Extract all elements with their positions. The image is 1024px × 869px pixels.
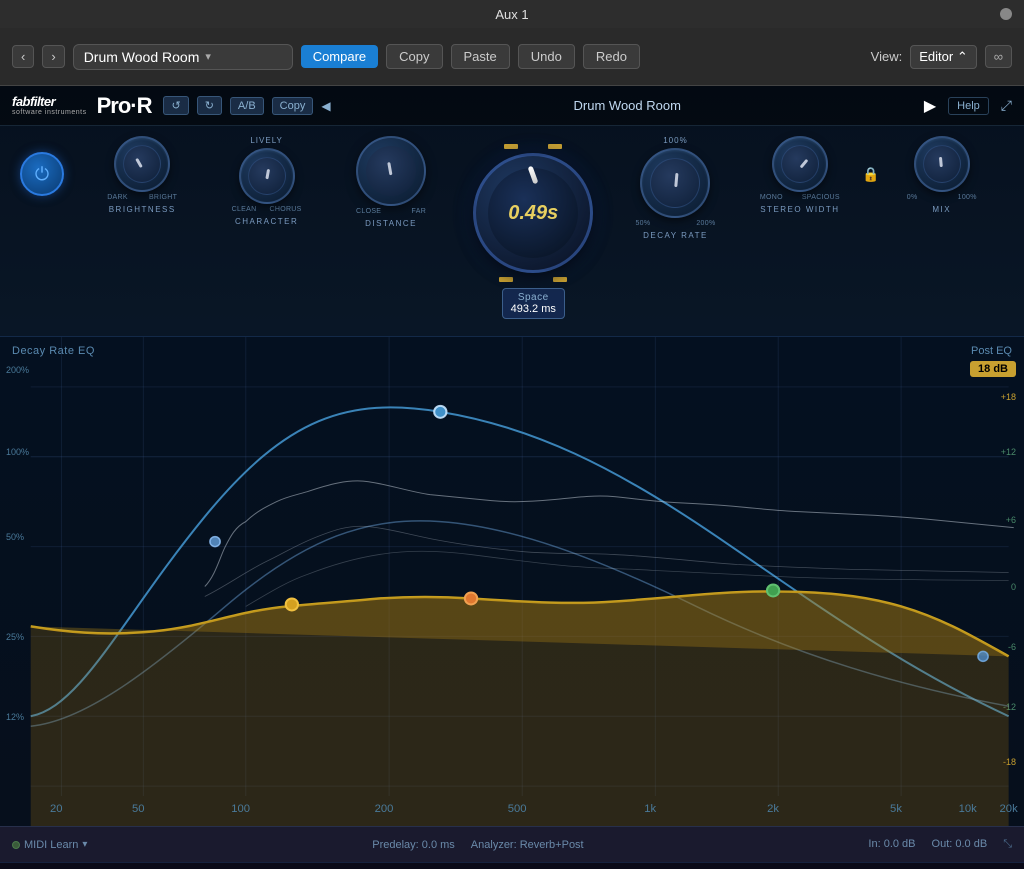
view-label: View:	[871, 49, 903, 64]
mix-labels: 0% 100%	[907, 194, 977, 201]
power-button[interactable]: ⏻	[20, 152, 64, 196]
gold-bar-left	[504, 144, 518, 149]
plugin-footer: FF Pro-R	[0, 862, 1024, 869]
plugin-top-controls: ↺ ↻ A/B Copy ◀	[163, 96, 330, 115]
redo-icon[interactable]: ↻	[197, 96, 222, 115]
mix-knob-group: 0% 100% MIX	[880, 136, 1004, 214]
help-button[interactable]: Help	[948, 97, 989, 115]
distance-labels: CLOSE FAR	[356, 208, 426, 215]
mix-knob[interactable]	[914, 136, 970, 192]
distance-knob[interactable]	[356, 136, 426, 206]
svg-text:10k: 10k	[959, 803, 978, 815]
plugin-area: fabfilter software instruments Pro·R ↺ ↻…	[0, 86, 1024, 869]
lock-icon[interactable]: 🔒	[862, 136, 879, 183]
fabfilter-logo: fabfilter software instruments	[12, 95, 87, 117]
decay-rate-knob[interactable]	[640, 148, 710, 218]
undo-button[interactable]: Undo	[518, 44, 575, 69]
copy-button[interactable]: Copy	[386, 44, 442, 69]
plugin-copy-button[interactable]: Copy	[272, 97, 314, 115]
brightness-knob-group: DARK BRIGHT BRIGHTNESS	[80, 136, 204, 214]
svg-text:1k: 1k	[644, 803, 656, 815]
undo-icon[interactable]: ↺	[163, 96, 188, 115]
midi-learn-section: MIDI Learn ▾	[12, 839, 87, 851]
svg-text:2k: 2k	[767, 803, 779, 815]
distance-knob-group: CLOSE FAR DISTANCE	[329, 136, 453, 228]
stereo-width-labels: MONO SPACIOUS	[760, 194, 840, 201]
svg-text:200: 200	[375, 803, 394, 815]
space-knob[interactable]: 0.49s	[473, 153, 593, 273]
arrow-left-icon[interactable]: ◀	[321, 99, 330, 113]
midi-dropdown-icon[interactable]: ▾	[82, 839, 87, 850]
preset-dropdown-arrow: ▾	[205, 50, 211, 63]
paste-button[interactable]: Paste	[451, 44, 510, 69]
resize-icon[interactable]: ⤡	[1003, 838, 1012, 851]
status-mid: Predelay: 0.0 ms Analyzer: Reverb+Post	[99, 839, 856, 851]
svg-text:20k: 20k	[1000, 803, 1019, 815]
in-level: In: 0.0 dB	[868, 838, 915, 851]
prev-preset-button[interactable]: ‹	[12, 45, 34, 68]
compare-button[interactable]: Compare	[301, 45, 378, 68]
svg-text:100: 100	[231, 803, 250, 815]
redo-button[interactable]: Redo	[583, 44, 640, 69]
space-tooltip: Space 493.2 ms	[502, 288, 565, 319]
eq-dot-blue-peak	[434, 406, 446, 418]
gold-bar-br	[553, 277, 567, 282]
view-section: View: Editor ⌃ ∞	[871, 45, 1012, 69]
brightness-labels: DARK BRIGHT	[107, 194, 177, 201]
space-value: 0.49s	[508, 202, 558, 225]
ab-button[interactable]: A/B	[230, 97, 264, 115]
preset-name-text: Drum Wood Room	[84, 49, 200, 65]
next-preset-button[interactable]: ›	[42, 45, 64, 68]
midi-dot	[12, 841, 20, 849]
svg-text:5k: 5k	[890, 803, 902, 815]
svg-text:500: 500	[508, 803, 527, 815]
analyzer-label: Analyzer: Reverb+Post	[471, 839, 584, 851]
plugin-topbar: fabfilter software instruments Pro·R ↺ ↻…	[0, 86, 1024, 126]
gold-bar-bl	[499, 277, 513, 282]
window-title: Aux 1	[495, 7, 528, 22]
midi-learn-label[interactable]: MIDI Learn	[24, 839, 78, 851]
svg-text:50: 50	[132, 803, 145, 815]
link-button[interactable]: ∞	[985, 45, 1012, 68]
eq-area: Decay Rate EQ Post EQ 18 dB 200% 100% 50…	[0, 336, 1024, 826]
window-controls	[994, 8, 1012, 20]
plugin-preset-name: Drum Wood Room	[343, 98, 912, 113]
power-icon: ⏻	[35, 164, 49, 185]
character-knob[interactable]	[239, 148, 295, 204]
svg-text:20: 20	[50, 803, 63, 815]
character-knob-group: LIVELY CLEAN CHORUS CHARACTER	[204, 136, 328, 226]
predelay-label: Predelay: 0.0 ms	[372, 839, 455, 851]
view-select[interactable]: Editor ⌃	[910, 45, 976, 69]
decay-rate-knob-group: 100% 50% 200% DECAY RATE	[613, 136, 737, 240]
character-labels: CLEAN CHORUS	[232, 206, 302, 213]
space-knob-group: 0.49s Space 493.2 ms	[463, 136, 603, 319]
status-bar: MIDI Learn ▾ Predelay: 0.0 ms Analyzer: …	[0, 826, 1024, 862]
stereo-width-knob[interactable]	[772, 136, 828, 192]
knobs-area: ⏻ DARK BRIGHT BRIGHTNESS LIVELY	[0, 126, 1024, 326]
daw-bar: ‹ › Drum Wood Room ▾ Compare Copy Paste …	[0, 28, 1024, 86]
expand-icon[interactable]: ⤢	[1001, 97, 1012, 114]
title-bar: Aux 1	[0, 0, 1024, 28]
window-button[interactable]	[1000, 8, 1012, 20]
decay-labels: 50% 200%	[635, 220, 715, 227]
eq-canvas: 20 50 100 200 500 1k 2k 5k 10k 20k	[0, 337, 1024, 826]
preset-name-display[interactable]: Drum Wood Room ▾	[73, 44, 293, 70]
stereo-width-knob-group: MONO SPACIOUS STEREO WIDTH	[738, 136, 862, 214]
out-level: Out: 0.0 dB	[932, 838, 988, 851]
status-right: In: 0.0 dB Out: 0.0 dB ⤡	[868, 838, 1012, 851]
gold-bar-right	[548, 144, 562, 149]
product-logo: Pro·R	[97, 93, 152, 119]
brightness-knob[interactable]	[114, 136, 170, 192]
arrow-right-icon[interactable]: ▶	[924, 96, 936, 116]
